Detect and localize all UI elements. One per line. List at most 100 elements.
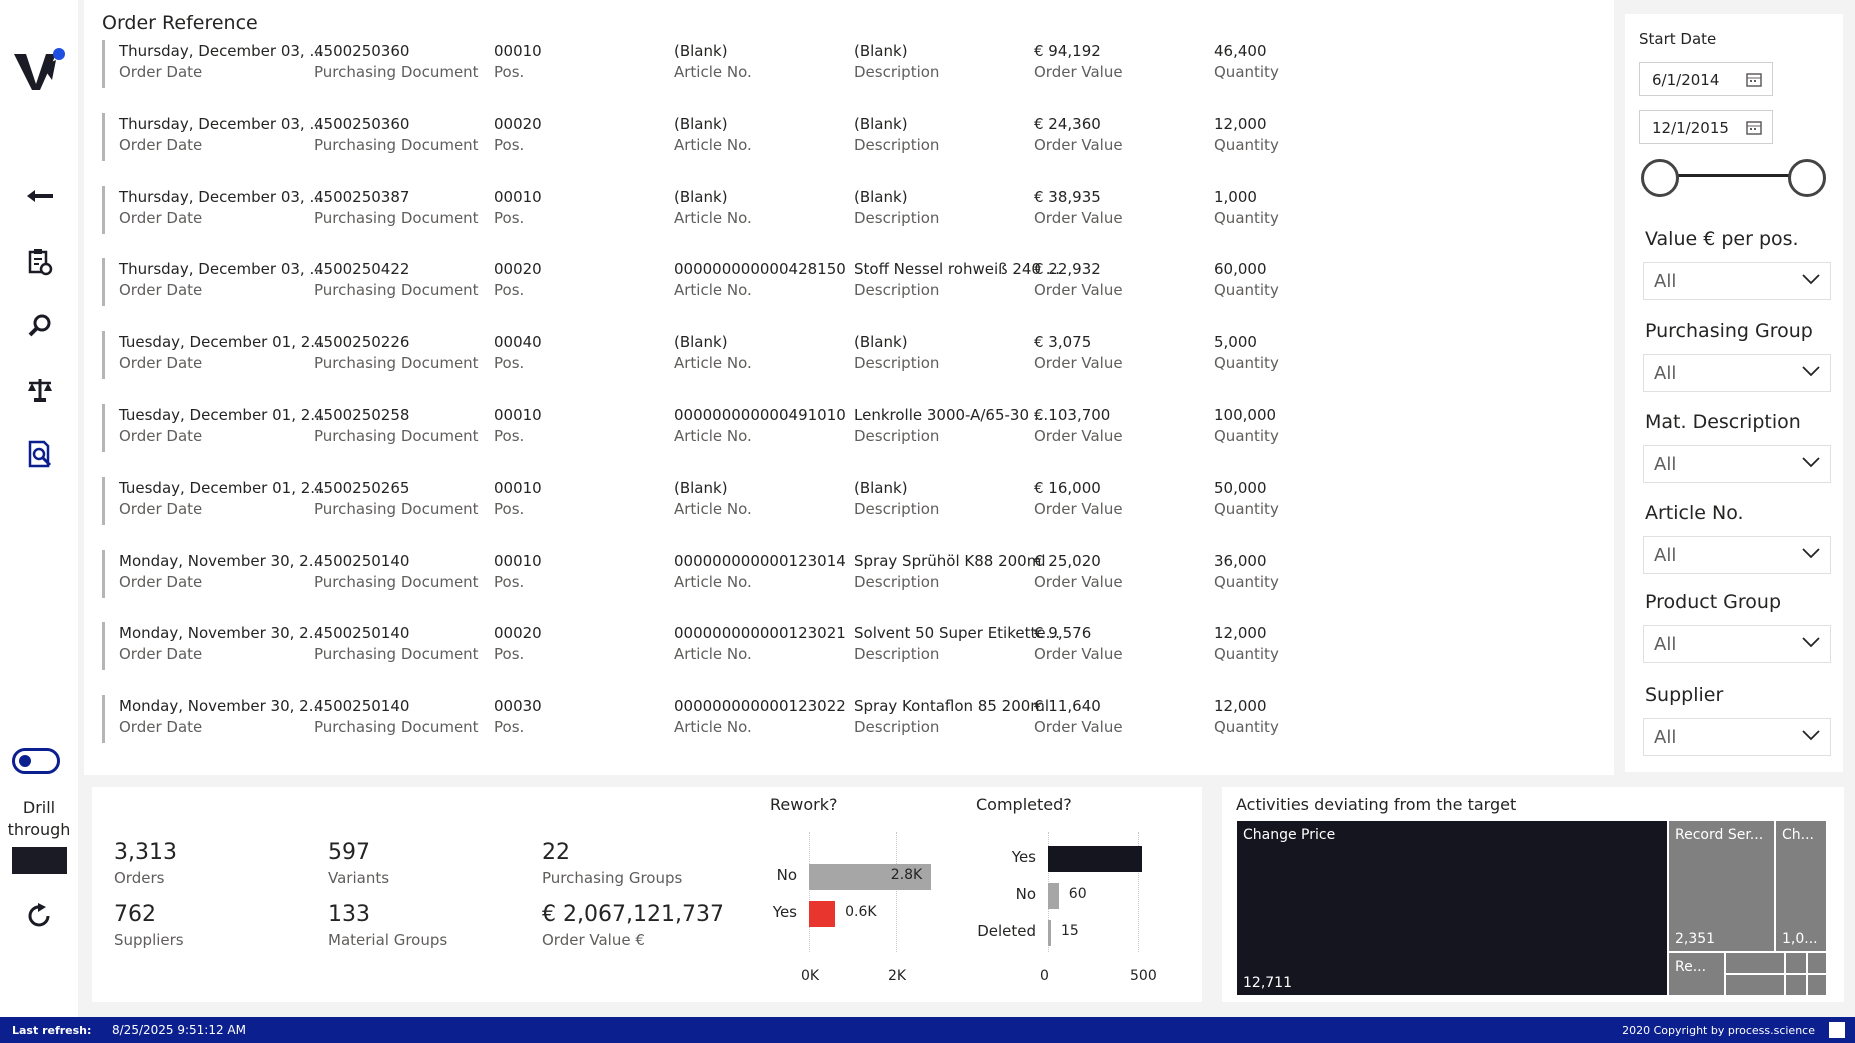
cell-label: Order Value bbox=[1034, 645, 1123, 664]
slicer-dropdown[interactable]: All bbox=[1643, 718, 1831, 756]
kpi-value: € 2,067,121,737 bbox=[542, 902, 724, 927]
table-cell-date: Thursday, December 03, ... Order Date bbox=[119, 259, 324, 301]
calendar-icon[interactable] bbox=[1746, 119, 1762, 135]
cell-label: Order Value bbox=[1034, 499, 1123, 518]
table-row[interactable]: Thursday, December 03, ... Order Date 4500… bbox=[102, 112, 1602, 161]
table-cell-article: (Blank) Article No. bbox=[674, 41, 874, 83]
cell-value: 00010 bbox=[494, 187, 542, 206]
table-cell-desc: Lenkrolle 3000-A/65-30 ... Description bbox=[854, 405, 1054, 447]
table-row[interactable]: Tuesday, December 01, 2... Order Date 4500… bbox=[102, 331, 1602, 380]
slicer-label: Supplier bbox=[1645, 684, 1724, 706]
user-icon[interactable] bbox=[1829, 1022, 1845, 1038]
cell-label: Purchasing Document bbox=[314, 208, 479, 227]
treemap-tile-name: Change Price bbox=[1243, 827, 1336, 843]
treemap-tile[interactable]: Change Price 12,711 bbox=[1237, 821, 1667, 995]
cell-label: Article No. bbox=[674, 718, 752, 737]
table-row[interactable]: Monday, November 30, 2... Order Date 45002… bbox=[102, 622, 1602, 671]
treemap-tile-small[interactable] bbox=[1726, 953, 1784, 973]
table-cell-desc: (Blank) Description bbox=[854, 41, 1054, 83]
table-row[interactable]: Thursday, December 03, ... Order Date 4500… bbox=[102, 40, 1602, 88]
cell-label: Order Date bbox=[119, 499, 203, 518]
bar-data-label: 60 bbox=[1068, 886, 1087, 902]
cell-label: Description bbox=[854, 427, 940, 445]
cell-label: Purchasing Document bbox=[314, 645, 479, 664]
kpi-item: 762 Suppliers bbox=[114, 901, 184, 951]
table-row[interactable]: Monday, November 30, 2... Order Date 45002… bbox=[102, 549, 1602, 598]
slicer-dropdown[interactable]: All bbox=[1643, 354, 1831, 392]
magnifier-icon[interactable] bbox=[22, 308, 58, 344]
cell-label: Pos. bbox=[494, 208, 525, 227]
date-from-input[interactable]: 6/1/2014 bbox=[1639, 62, 1773, 96]
cell-label: Pos. bbox=[494, 499, 525, 518]
kpi-value: 133 bbox=[328, 902, 370, 927]
table-cell-value: € 22,932 Order Value bbox=[1034, 259, 1234, 301]
table-row[interactable]: Monday, November 30, 2... Order Date 45002… bbox=[102, 695, 1602, 744]
bar[interactable] bbox=[809, 901, 836, 927]
bar[interactable] bbox=[1048, 883, 1059, 909]
drill-through-button[interactable] bbox=[12, 847, 67, 874]
slicer-dropdown[interactable]: All bbox=[1643, 625, 1831, 663]
cell-label: Order Date bbox=[119, 63, 203, 81]
treemap-tile-name: Ch... bbox=[1782, 827, 1814, 843]
bar[interactable] bbox=[1048, 920, 1051, 946]
cell-value: Thursday, December 03, ... bbox=[119, 260, 324, 279]
kpi-value: 3,313 bbox=[114, 840, 177, 865]
table-row[interactable]: Tuesday, December 01, 2... Order Date 4500… bbox=[102, 476, 1602, 525]
slicer-value: All bbox=[1654, 545, 1677, 566]
treemap-tile-small[interactable] bbox=[1808, 953, 1826, 973]
kpi-card: 3,313 Orders 597 Variants 22 Purchasing Group… bbox=[92, 787, 1202, 1002]
gridline bbox=[896, 832, 897, 952]
drill-through-toggle[interactable] bbox=[12, 748, 60, 774]
cell-label: Pos. bbox=[494, 572, 525, 591]
x-tick-label: 2K bbox=[888, 968, 907, 984]
cell-label: Pos. bbox=[494, 718, 525, 737]
table-row[interactable]: Thursday, December 03, ... Order Date 4500… bbox=[102, 258, 1602, 307]
date-to-input[interactable]: 12/1/2015 bbox=[1639, 110, 1773, 144]
treemap-tile-small[interactable] bbox=[1726, 975, 1784, 995]
cell-value: € 9,576 bbox=[1034, 624, 1092, 643]
table-cell-doc: 4500250226 Purchasing Document bbox=[314, 332, 514, 374]
treemap-tile-small[interactable] bbox=[1786, 953, 1806, 973]
cell-value: 4500250140 bbox=[314, 551, 410, 570]
treemap-tile-small[interactable] bbox=[1808, 975, 1826, 995]
table-cell-qty: 100,000 Quantity bbox=[1214, 405, 1414, 447]
table-cell-article: 000000000000428150 Article No. bbox=[674, 259, 874, 301]
table-cell-qty: 12,000 Quantity bbox=[1214, 623, 1414, 665]
table-cell-value: € 9,576 Order Value bbox=[1034, 623, 1234, 665]
table-cell-qty: 12,000 Quantity bbox=[1214, 696, 1414, 738]
bar-category-label: No bbox=[1015, 885, 1036, 903]
slicer-dropdown[interactable]: All bbox=[1643, 445, 1831, 483]
cell-value: Lenkrolle 3000-A/65-30 ... bbox=[854, 406, 1049, 424]
table-cell-value: € 103,700 Order Value bbox=[1034, 405, 1234, 447]
calendar-icon[interactable] bbox=[1746, 71, 1762, 87]
treemap-tile[interactable]: Record Ser... 2,351 bbox=[1669, 821, 1774, 951]
cell-value: € 25,020 bbox=[1034, 551, 1101, 570]
treemap-tile-small[interactable] bbox=[1786, 975, 1806, 995]
cell-value: 00030 bbox=[494, 697, 542, 716]
document-search-icon[interactable] bbox=[22, 436, 58, 472]
bar[interactable] bbox=[1048, 846, 1142, 872]
cell-value: (Blank) bbox=[854, 187, 908, 206]
cell-value: Stoff Nessel rohweiß 240 ... bbox=[854, 260, 1061, 279]
kpi-label: Suppliers bbox=[114, 931, 184, 949]
bar-data-label: 2.8K bbox=[890, 867, 923, 883]
cell-label: Order Value bbox=[1034, 718, 1123, 737]
table-row[interactable]: Thursday, December 03, ... Order Date 4500… bbox=[102, 185, 1602, 234]
slicer-dropdown[interactable]: All bbox=[1643, 262, 1831, 300]
slicer-dropdown[interactable]: All bbox=[1643, 536, 1831, 574]
cell-label: Order Date bbox=[119, 354, 203, 373]
cell-value: 00010 bbox=[494, 406, 542, 424]
treemap-tile[interactable]: Re... bbox=[1669, 953, 1724, 995]
date-slider-end-handle[interactable] bbox=[1788, 159, 1826, 197]
table-row[interactable]: Tuesday, December 01, 2... Order Date 4500… bbox=[102, 404, 1602, 452]
bar-data-label: 0.6K bbox=[845, 904, 877, 920]
treemap-tile-value: 12,711 bbox=[1243, 975, 1292, 991]
refresh-icon[interactable] bbox=[22, 898, 58, 934]
date-slider-start-handle[interactable] bbox=[1641, 159, 1679, 197]
clipboard-settings-icon[interactable] bbox=[22, 244, 58, 280]
treemap-tile[interactable]: Ch... 1,0... bbox=[1776, 821, 1826, 951]
cell-value: 4500250422 bbox=[314, 260, 410, 279]
balance-scale-icon[interactable] bbox=[22, 372, 58, 408]
table-cell-article: 000000000000123021 Article No. bbox=[674, 623, 874, 665]
back-arrow-icon[interactable] bbox=[22, 178, 58, 214]
